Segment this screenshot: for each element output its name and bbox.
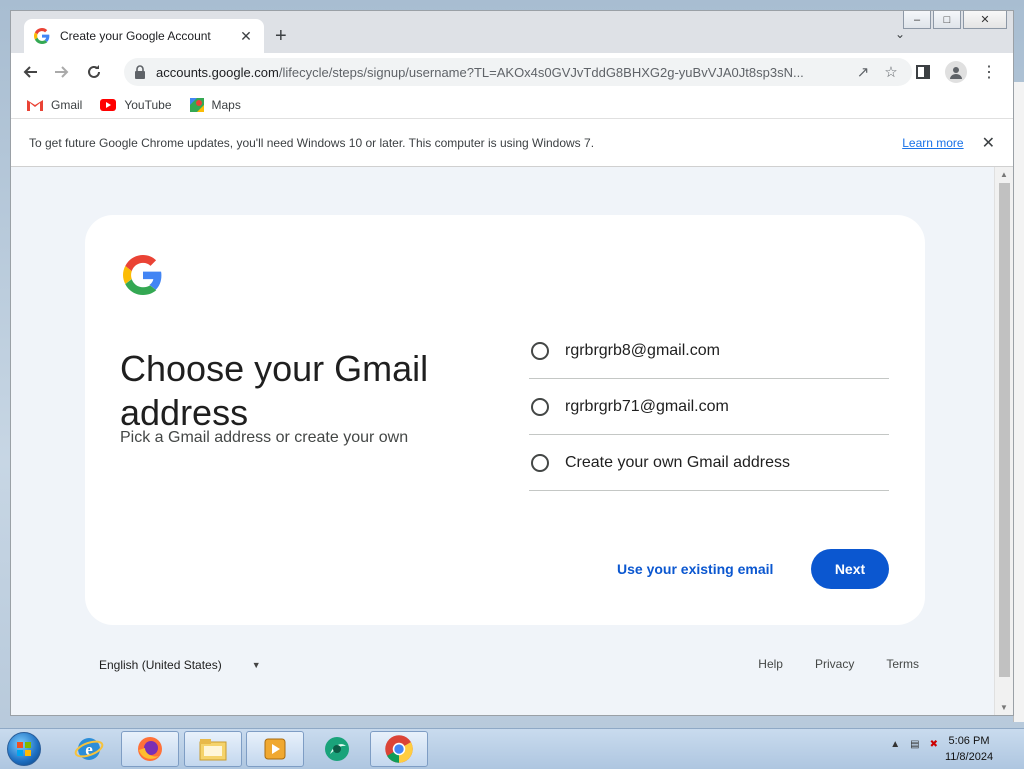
clock-date: 11/8/2024 (944, 751, 994, 763)
minimize-button[interactable]: – (903, 11, 931, 29)
signup-card: Choose your Gmail address Pick a Gmail a… (85, 215, 925, 625)
background-window-edge (1013, 82, 1024, 722)
browser-toolbar: accounts.google.com/lifecycle/steps/sign… (11, 53, 1013, 91)
scrollbar-thumb[interactable] (999, 183, 1010, 677)
profile-avatar-icon[interactable] (945, 61, 967, 83)
youtube-icon (100, 98, 117, 111)
url-host: accounts.google.com (156, 64, 279, 80)
share-icon[interactable]: ↗ (852, 61, 874, 83)
taskbar: e ▲ ▤ ✖ 5:06 PM 11/8/2024 (0, 728, 1024, 769)
infobar-close-icon[interactable]: ✕ (982, 133, 995, 153)
bookmark-star-icon[interactable]: ☆ (880, 61, 902, 83)
browser-menu-icon[interactable]: ⋮ (977, 60, 1001, 84)
radio-button[interactable] (531, 341, 549, 360)
footer-links: Help Privacy Terms (758, 657, 919, 671)
tab-close-icon[interactable]: ✕ (238, 28, 254, 45)
bookmark-maps[interactable]: Maps (189, 97, 241, 112)
tab-strip: Create your Google Account ✕ + ⌄ – □ ✕ (11, 11, 1013, 53)
back-arrow-icon (23, 66, 37, 78)
bookmark-youtube[interactable]: YouTube (100, 97, 172, 112)
app-icon[interactable] (308, 731, 366, 767)
scroll-down-icon[interactable]: ▼ (1000, 703, 1008, 712)
address-option-2[interactable]: rgrbrgrb71@gmail.com (529, 379, 889, 435)
internet-explorer-icon[interactable]: e (60, 731, 118, 767)
browser-window: Create your Google Account ✕ + ⌄ – □ ✕ a… (10, 10, 1014, 716)
help-link[interactable]: Help (758, 657, 783, 671)
new-tab-button[interactable]: + (275, 26, 287, 46)
show-hidden-icons-icon[interactable]: ▲ (890, 739, 900, 750)
side-panel-icon[interactable] (911, 60, 935, 84)
forward-button[interactable] (49, 59, 75, 85)
reload-button[interactable] (81, 59, 107, 85)
page-subtitle: Pick a Gmail address or create your own (120, 429, 409, 446)
back-button[interactable] (17, 59, 43, 85)
taskbar-clock[interactable]: 5:06 PM 11/8/2024 (934, 733, 1004, 765)
bookmark-label: YouTube (124, 97, 172, 112)
firefox-icon[interactable] (121, 731, 179, 767)
network-icon[interactable]: ▤ (910, 739, 919, 750)
toolbar-right: ⋮ (911, 60, 1001, 84)
use-existing-email-button[interactable]: Use your existing email (615, 549, 775, 589)
infobar-message: To get future Google Chrome updates, you… (29, 135, 595, 150)
option-label: Create your own Gmail address (565, 453, 790, 471)
radio-button[interactable] (531, 397, 549, 416)
gmail-icon (27, 99, 43, 111)
learn-more-link[interactable]: Learn more (902, 136, 963, 150)
maps-icon (189, 97, 204, 112)
card-actions: Use your existing email Next (615, 549, 889, 589)
forward-arrow-icon (55, 66, 69, 78)
address-options: rgrbrgrb8@gmail.com rgrbrgrb71@gmail.com… (529, 323, 889, 491)
system-tray: ▲ ▤ ✖ (890, 739, 938, 750)
bookmark-gmail[interactable]: Gmail (27, 98, 82, 112)
address-option-custom[interactable]: Create your own Gmail address (529, 435, 889, 491)
chrome-icon[interactable] (370, 731, 428, 767)
url-path: /lifecycle/steps/signup/username?TL=AKOx… (278, 64, 804, 80)
file-explorer-icon[interactable] (184, 731, 242, 767)
bookmarks-bar: Gmail YouTube Maps (11, 91, 1013, 119)
url-text: accounts.google.com/lifecycle/steps/sign… (156, 65, 846, 80)
address-bar[interactable]: accounts.google.com/lifecycle/steps/sign… (124, 58, 912, 86)
update-infobar: To get future Google Chrome updates, you… (11, 119, 1013, 167)
option-label: rgrbrgrb8@gmail.com (565, 341, 720, 359)
tab-search-chevron-icon[interactable]: ⌄ (895, 27, 905, 41)
window-controls: – □ ✕ (903, 11, 1007, 29)
option-label: rgrbrgrb71@gmail.com (565, 397, 729, 415)
google-favicon-icon (34, 28, 50, 44)
page-content: Choose your Gmail address Pick a Gmail a… (11, 167, 994, 715)
start-button[interactable] (2, 731, 46, 767)
language-select[interactable]: English (United States) ▼ (99, 658, 261, 672)
page-title: Choose your Gmail address (120, 348, 429, 434)
next-button[interactable]: Next (811, 549, 889, 589)
terms-link[interactable]: Terms (886, 657, 919, 671)
address-option-1[interactable]: rgrbrgrb8@gmail.com (529, 323, 889, 379)
bookmark-label: Maps (211, 97, 241, 112)
reload-icon (88, 65, 100, 78)
tab-title: Create your Google Account (60, 29, 211, 43)
maximize-button[interactable]: □ (933, 11, 961, 29)
page-scrollbar[interactable]: ▲ ▼ (994, 167, 1013, 715)
privacy-link[interactable]: Privacy (815, 657, 854, 671)
language-label: English (United States) (99, 658, 222, 672)
radio-button[interactable] (531, 453, 549, 472)
windows-logo-icon (7, 732, 41, 766)
close-window-button[interactable]: ✕ (963, 11, 1007, 29)
dropdown-caret-icon: ▼ (251, 660, 261, 670)
page-footer: English (United States) ▼ Help Privacy T… (99, 653, 919, 677)
scroll-up-icon[interactable]: ▲ (1000, 170, 1008, 179)
lock-icon (135, 65, 145, 79)
google-logo-icon (123, 255, 162, 295)
clock-time: 5:06 PM (948, 735, 990, 747)
tab-create-account[interactable]: Create your Google Account ✕ (24, 19, 264, 53)
bookmark-label: Gmail (51, 97, 83, 112)
media-player-icon[interactable] (246, 731, 304, 767)
